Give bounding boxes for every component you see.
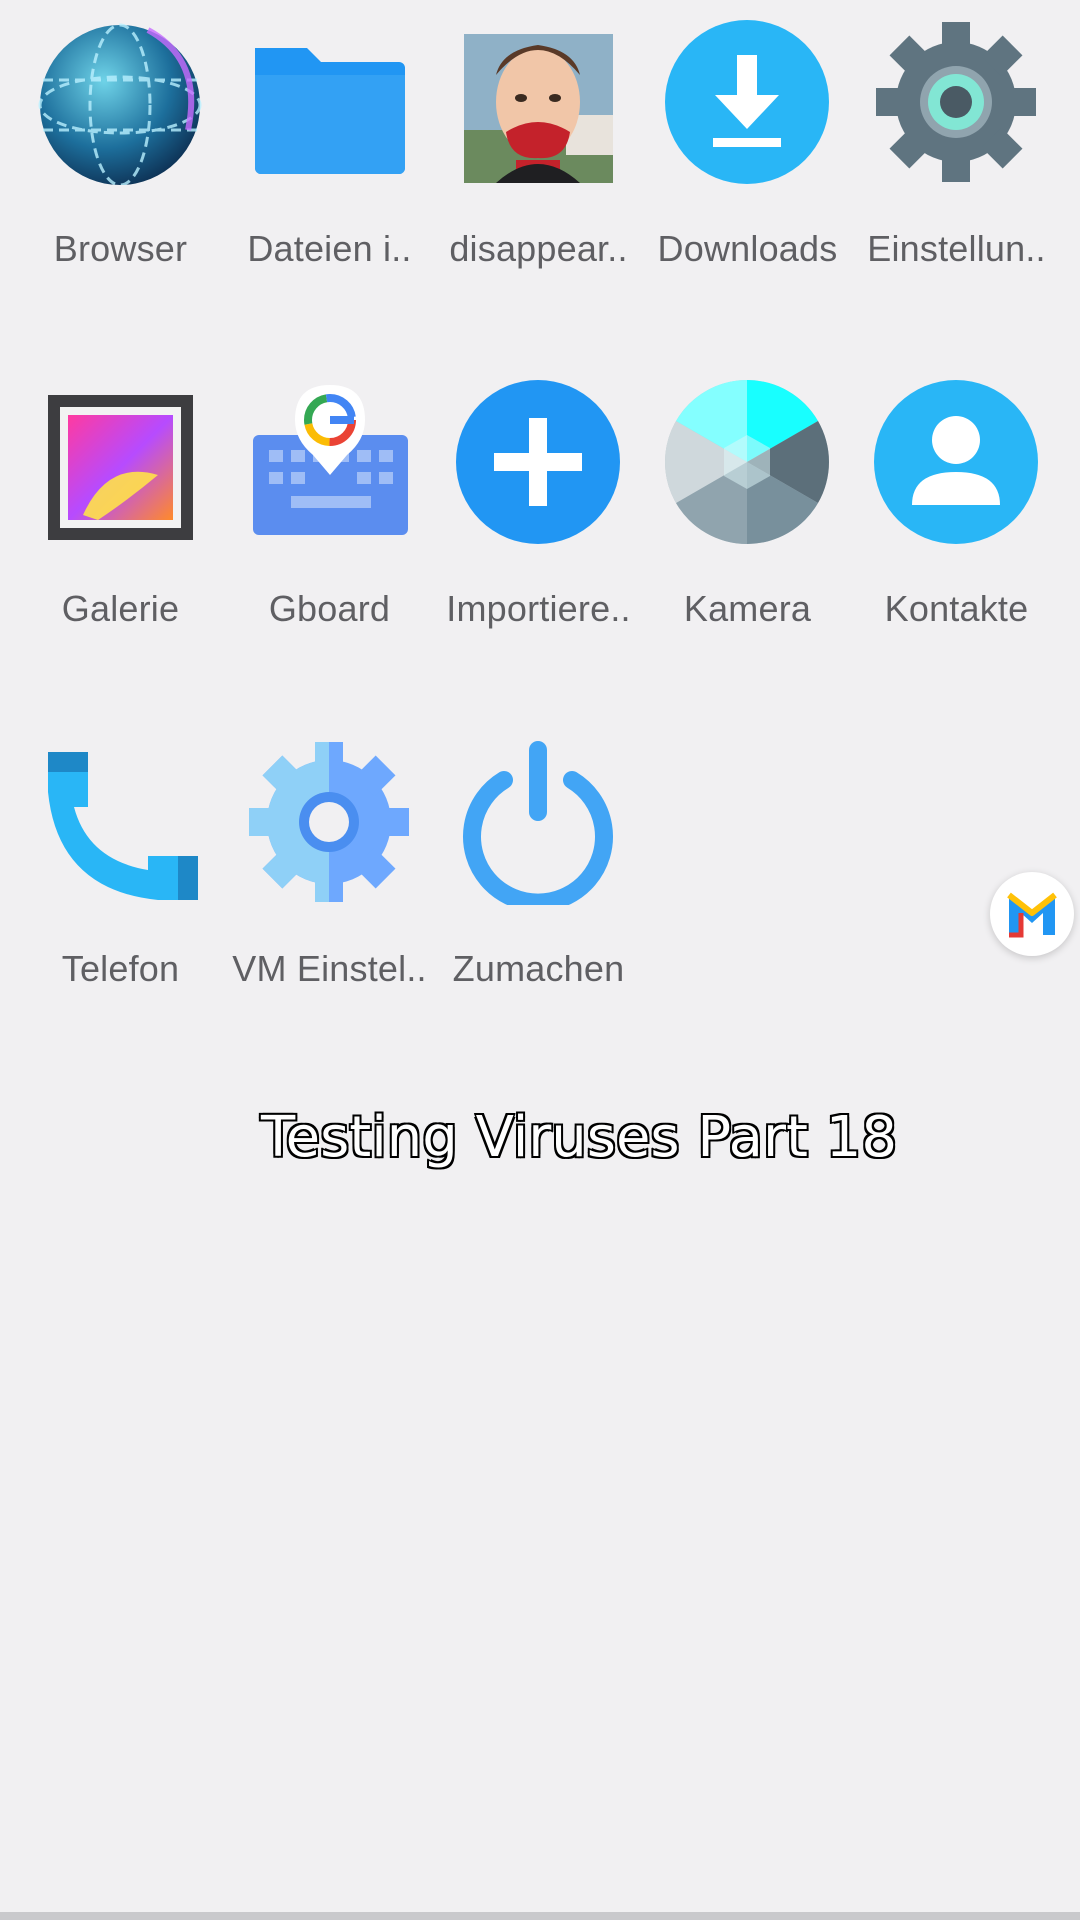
- vm-settings-gear-icon: [247, 740, 412, 905]
- app-label: disappear..: [449, 228, 628, 269]
- app-galerie[interactable]: Galerie: [16, 370, 225, 670]
- app-disappear[interactable]: disappear..: [434, 10, 643, 310]
- app-label: Importiere..: [446, 588, 631, 629]
- app-label: Kamera: [683, 588, 812, 629]
- gallery-icon: [38, 380, 203, 545]
- app-browser[interactable]: Browser: [16, 10, 225, 310]
- app-label: Dateien i..: [247, 228, 412, 269]
- app-importieren[interactable]: Importiere..: [434, 370, 643, 670]
- download-icon: [665, 20, 830, 185]
- video-caption-overlay: Testing Viruses Part 18: [259, 1104, 898, 1172]
- app-drawer-grid: Browser Dateien i.. disappear.. Download…: [0, 0, 1080, 1920]
- app-label: Telefon: [61, 948, 180, 989]
- app-label: Galerie: [61, 588, 180, 629]
- bottom-edge-bar: [0, 1912, 1080, 1920]
- app-downloads[interactable]: Downloads: [643, 10, 852, 310]
- power-icon: [456, 740, 621, 905]
- app-label: Gboard: [268, 588, 391, 629]
- app-dateien[interactable]: Dateien i..: [225, 10, 434, 310]
- folder-icon: [247, 20, 412, 185]
- app-label: VM Einstel..: [232, 948, 427, 989]
- app-label: Zumachen: [452, 948, 625, 989]
- app-label: Einstellun..: [867, 228, 1046, 269]
- contact-person-icon: [874, 380, 1039, 545]
- app-einstellungen[interactable]: Einstellun..: [852, 10, 1061, 310]
- gboard-icon: [247, 380, 412, 545]
- app-label: Browser: [53, 228, 188, 269]
- globe-icon: [38, 20, 203, 185]
- character-face-icon: [456, 20, 621, 185]
- plus-icon: [456, 380, 621, 545]
- phone-icon: [38, 740, 203, 905]
- app-label: Kontakte: [884, 588, 1029, 629]
- app-label: Downloads: [657, 228, 838, 269]
- app-zumachen[interactable]: Zumachen: [434, 730, 643, 1030]
- app-kamera[interactable]: Kamera: [643, 370, 852, 670]
- app-telefon[interactable]: Telefon: [16, 730, 225, 1030]
- floating-assistant-button[interactable]: [990, 872, 1074, 956]
- app-vm-einstellungen[interactable]: VM Einstel..: [225, 730, 434, 1030]
- app-gboard[interactable]: Gboard: [225, 370, 434, 670]
- settings-gear-icon: [874, 20, 1039, 185]
- camera-shutter-icon: [665, 380, 830, 545]
- app-kontakte[interactable]: Kontakte: [852, 370, 1061, 670]
- m-logo-icon: [1007, 892, 1057, 938]
